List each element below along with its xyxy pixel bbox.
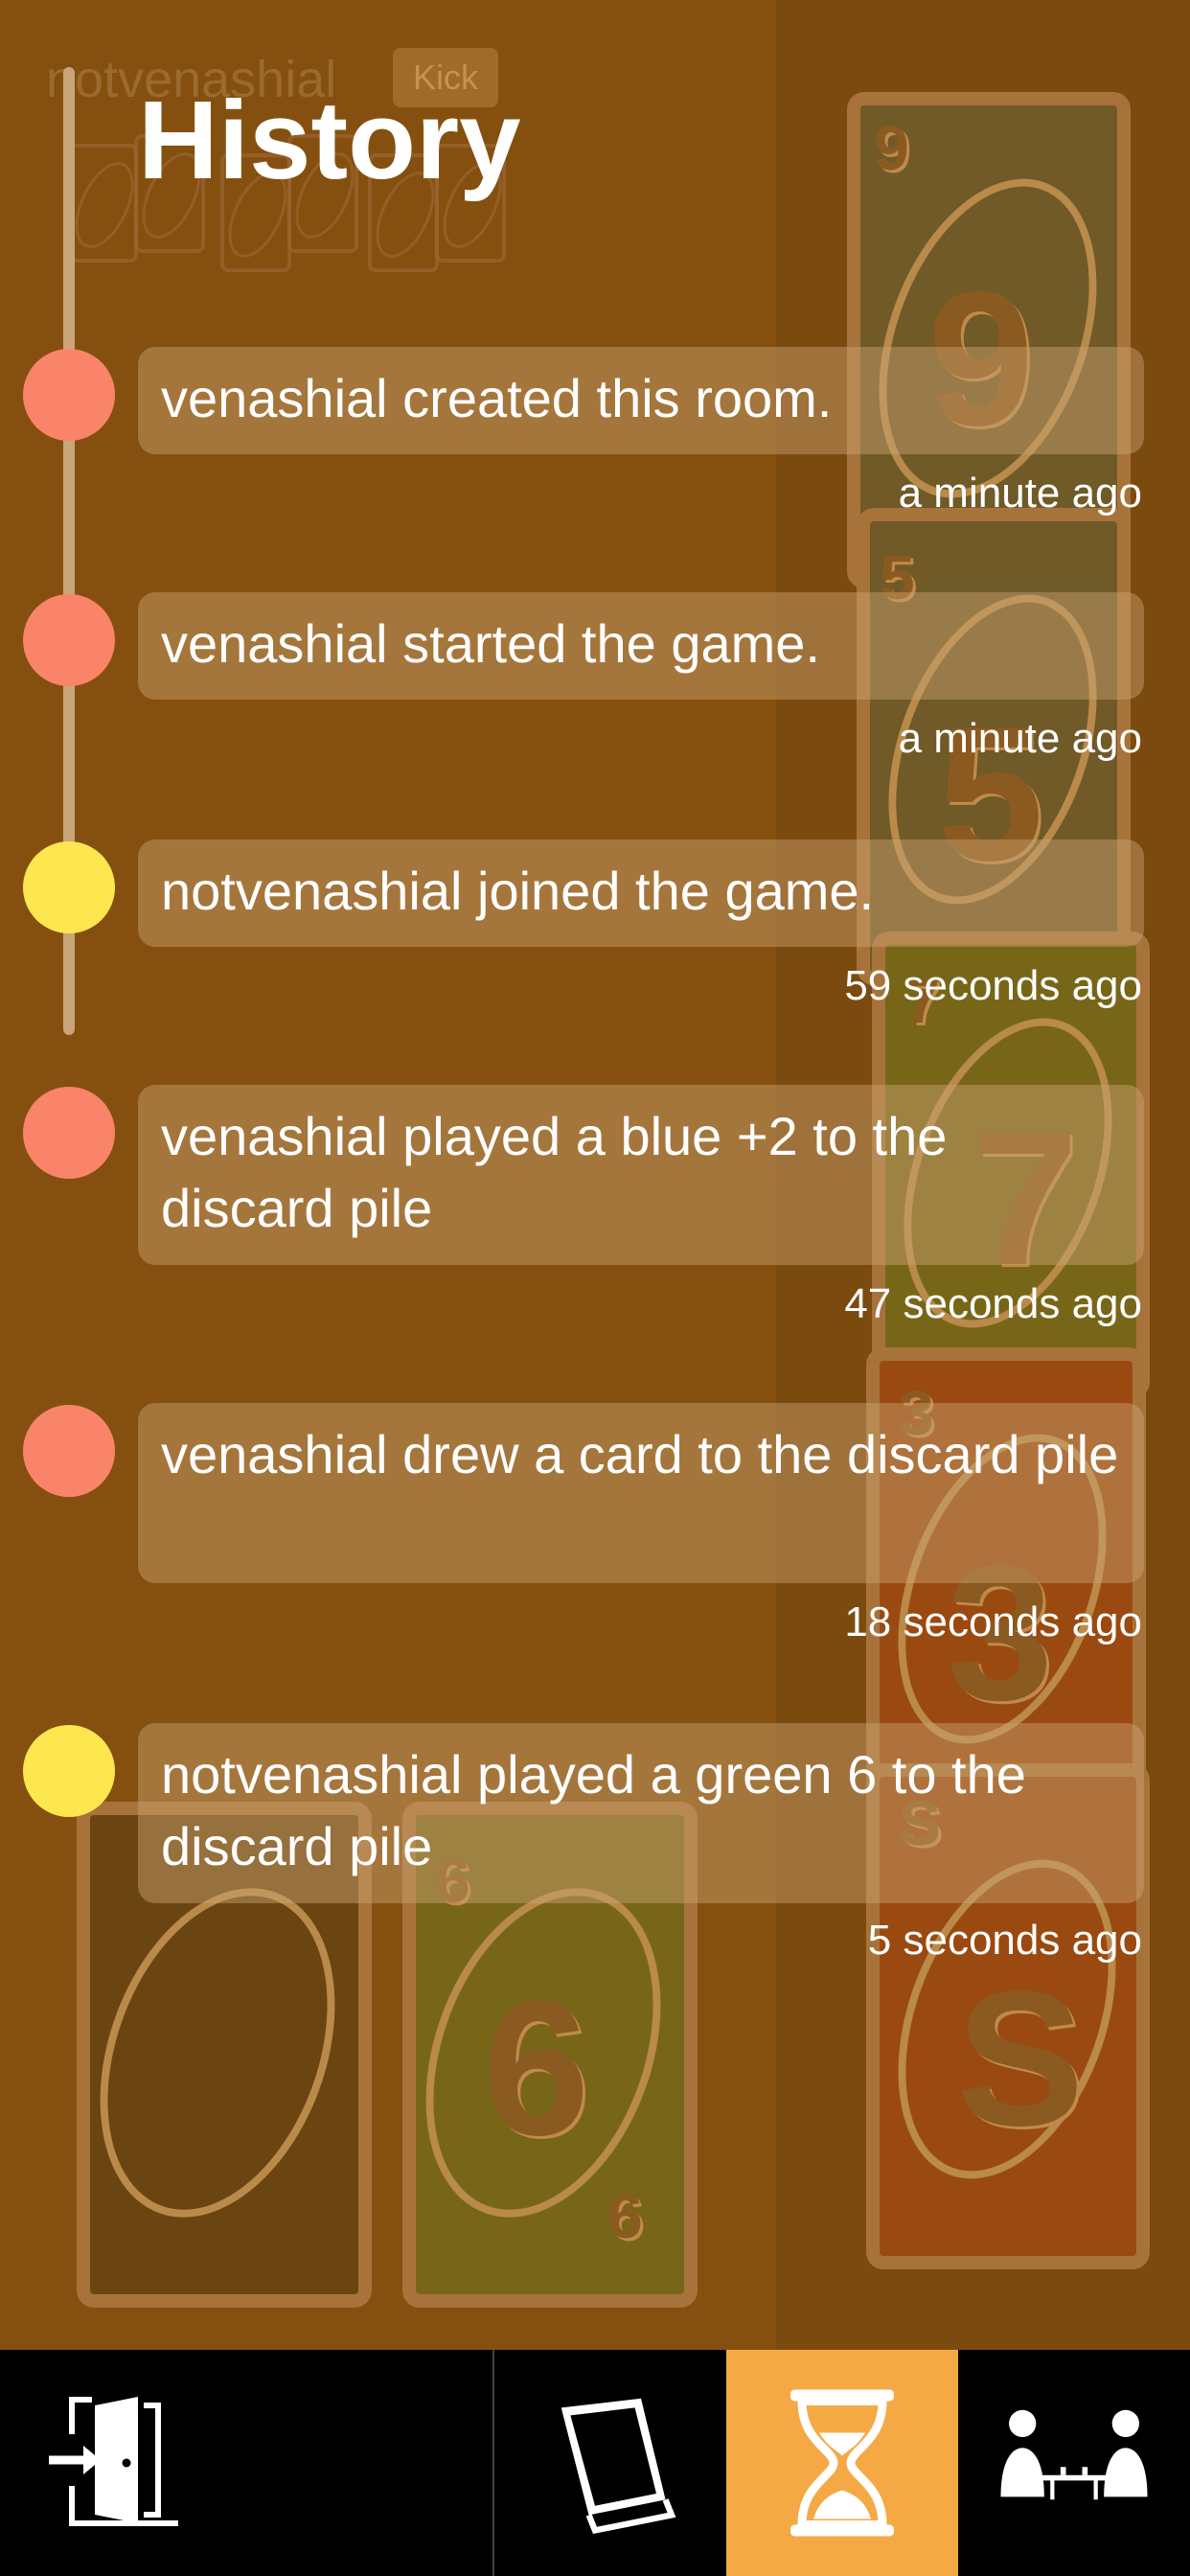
tab-rules[interactable] xyxy=(494,2350,726,2576)
timeline-dot-red xyxy=(23,1087,115,1179)
history-entry: venashial started the game. xyxy=(138,592,1144,700)
history-entry: venashial drew a card to the discard pil… xyxy=(138,1403,1144,1583)
timeline-dot-yellow xyxy=(23,1725,115,1817)
tab-leave-room[interactable] xyxy=(0,2350,230,2576)
timeline-dot-red xyxy=(23,594,115,686)
history-entry: notvenashial joined the game. xyxy=(138,840,1144,947)
history-timestamp: 59 seconds ago xyxy=(844,962,1142,1009)
history-entry: notvenashial played a green 6 to the dis… xyxy=(138,1723,1144,1903)
page-title: History xyxy=(138,78,521,202)
history-timestamp: a minute ago xyxy=(898,470,1142,517)
hourglass-icon xyxy=(790,2389,894,2537)
history-timestamp: 18 seconds ago xyxy=(844,1598,1142,1645)
timeline-dot-yellow xyxy=(23,841,115,933)
history-entry: venashial created this room. xyxy=(138,347,1144,454)
history-entry: venashial played a blue +2 to the discar… xyxy=(138,1085,1144,1265)
tab-history[interactable] xyxy=(726,2350,958,2576)
tab-bar xyxy=(0,2350,1190,2576)
history-timestamp: a minute ago xyxy=(898,715,1142,762)
exit-door-icon xyxy=(49,2397,178,2526)
history-timestamp: 5 seconds ago xyxy=(867,1917,1142,1964)
book-icon xyxy=(561,2398,676,2535)
tab-players[interactable] xyxy=(958,2350,1190,2576)
timeline-dot-red xyxy=(23,1405,115,1497)
opponent-card xyxy=(67,144,138,263)
players-table-icon xyxy=(1000,2409,1148,2500)
timeline-dot-red xyxy=(23,349,115,441)
history-timestamp: 47 seconds ago xyxy=(844,1280,1142,1327)
